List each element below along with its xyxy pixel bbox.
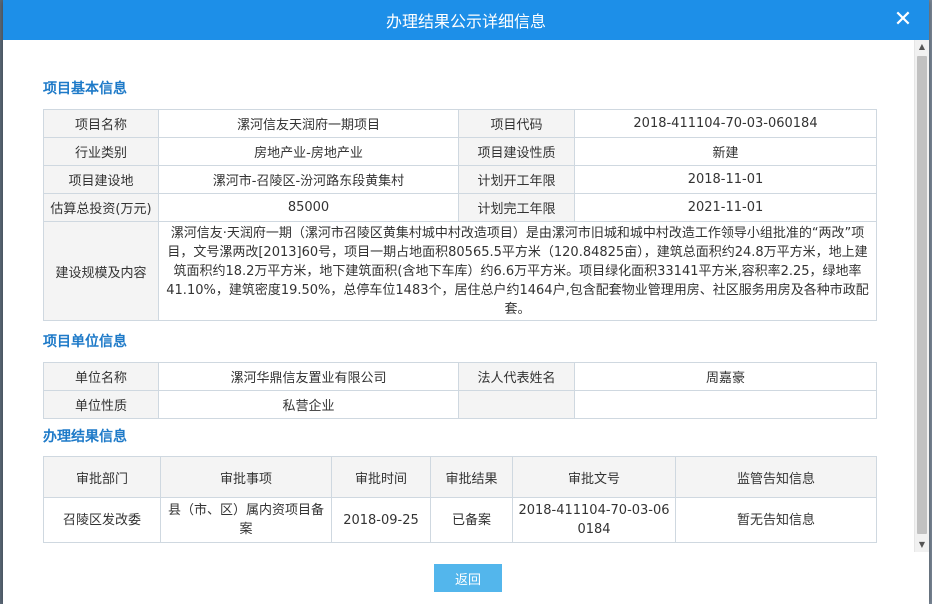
dialog-content: 项目基本信息 项目名称 漯河信友天润府一期项目 项目代码 2018-411104…: [3, 40, 913, 604]
table-row: 项目建设地 漯河市-召陵区-汾河路东段黄集村 计划开工年限 2018-11-01: [43, 165, 877, 194]
vertical-scrollbar[interactable]: ▲ ▼: [914, 40, 929, 552]
scroll-up-icon[interactable]: ▲: [915, 40, 929, 54]
header-doc-no: 审批文号: [512, 456, 676, 498]
section-title-unit: 项目单位信息: [43, 334, 127, 350]
label-build-nature: 项目建设性质: [458, 137, 575, 166]
close-icon[interactable]: ✕: [891, 8, 915, 32]
cell-notice: 暂无告知信息: [675, 497, 877, 543]
unit-info-table: 单位名称 漯河华鼎信友置业有限公司 法人代表姓名 周嘉豪 单位性质 私营企业: [43, 362, 877, 419]
value-project-code: 2018-411104-70-03-060184: [574, 109, 877, 138]
header-result: 审批结果: [430, 456, 513, 498]
table-row: 行业类别 房地产业-房地产业 项目建设性质 新建: [43, 137, 877, 166]
header-time: 审批时间: [331, 456, 431, 498]
empty-cell: [574, 390, 877, 419]
result-detail-dialog: 办理结果公示详细信息 ✕ 项目基本信息 项目名称 漯河信友天润府一期项目 项目代…: [3, 0, 929, 604]
header-notice: 监管告知信息: [675, 456, 877, 498]
cell-dept: 召陵区发改委: [43, 497, 161, 543]
label-industry: 行业类别: [43, 137, 159, 166]
value-unit-name: 漯河华鼎信友置业有限公司: [158, 362, 459, 391]
label-project-code: 项目代码: [458, 109, 575, 138]
value-industry: 房地产业-房地产业: [158, 137, 459, 166]
section-title-result: 办理结果信息: [43, 429, 127, 445]
label-unit-type: 单位性质: [43, 390, 159, 419]
table-row: 单位名称 漯河华鼎信友置业有限公司 法人代表姓名 周嘉豪: [43, 362, 877, 391]
label-location: 项目建设地: [43, 165, 159, 194]
cell-time: 2018-09-25: [331, 497, 431, 543]
label-scale: 建设规模及内容: [43, 221, 159, 321]
dialog-title: 办理结果公示详细信息: [385, 12, 546, 31]
back-button[interactable]: 返回: [434, 564, 502, 592]
cell-result: 已备案: [430, 497, 513, 543]
label-investment: 估算总投资(万元): [43, 193, 159, 222]
label-unit-name: 单位名称: [43, 362, 159, 391]
table-row: 项目名称 漯河信友天润府一期项目 项目代码 2018-411104-70-03-…: [43, 109, 877, 138]
table-header-row: 审批部门 审批事项 审批时间 审批结果 审批文号 监管告知信息: [43, 456, 877, 498]
empty-cell: [458, 390, 575, 419]
table-row: 估算总投资(万元) 85000 计划完工年限 2021-11-01: [43, 193, 877, 222]
value-investment: 85000: [158, 193, 459, 222]
table-row: 召陵区发改委 县（市、区）属内资项目备案 2018-09-25 已备案 2018…: [43, 497, 877, 543]
value-build-nature: 新建: [574, 137, 877, 166]
section-title-basic: 项目基本信息: [43, 81, 127, 97]
cell-doc-no: 2018-411104-70-03-060184: [512, 497, 676, 543]
value-end-date: 2021-11-01: [574, 193, 877, 222]
result-table: 审批部门 审批事项 审批时间 审批结果 审批文号 监管告知信息 召陵区发改委 县…: [43, 456, 877, 543]
basic-info-table: 项目名称 漯河信友天润府一期项目 项目代码 2018-411104-70-03-…: [43, 109, 877, 321]
scroll-down-icon[interactable]: ▼: [915, 538, 929, 552]
value-start-date: 2018-11-01: [574, 165, 877, 194]
table-row: 单位性质 私营企业: [43, 390, 877, 419]
header-item: 审批事项: [160, 456, 332, 498]
label-start-date: 计划开工年限: [458, 165, 575, 194]
label-legal-rep: 法人代表姓名: [458, 362, 575, 391]
value-project-name: 漯河信友天润府一期项目: [158, 109, 459, 138]
table-row: 建设规模及内容 漯河信友·天润府一期（漯河市召陵区黄集村城中村改造项目）是由漯河…: [43, 221, 877, 321]
value-unit-type: 私营企业: [158, 390, 459, 419]
dialog-header: 办理结果公示详细信息 ✕: [3, 0, 929, 40]
label-end-date: 计划完工年限: [458, 193, 575, 222]
value-scale: 漯河信友·天润府一期（漯河市召陵区黄集村城中村改造项目）是由漯河市旧城和城中村改…: [158, 221, 877, 321]
label-project-name: 项目名称: [43, 109, 159, 138]
header-dept: 审批部门: [43, 456, 161, 498]
cell-item: 县（市、区）属内资项目备案: [160, 497, 332, 543]
value-location: 漯河市-召陵区-汾河路东段黄集村: [158, 165, 459, 194]
value-legal-rep: 周嘉豪: [574, 362, 877, 391]
scrollbar-thumb[interactable]: [917, 56, 927, 534]
